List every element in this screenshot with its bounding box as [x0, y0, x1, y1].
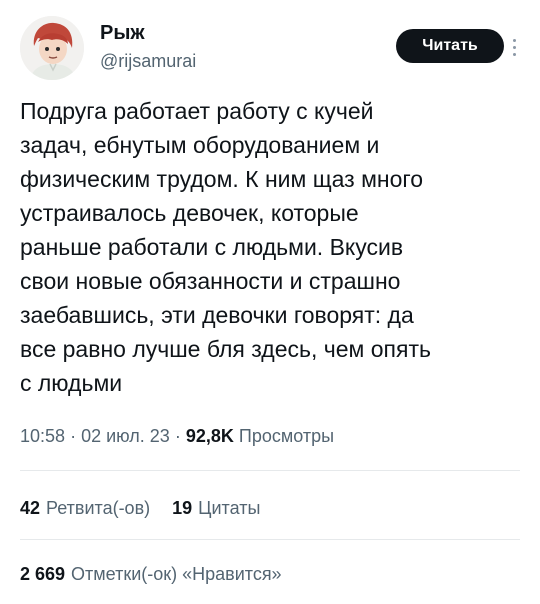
- share-stats-row: 42 Ретвита(-ов) 19 Цитаты: [20, 498, 260, 519]
- quotes-count: 19: [172, 498, 193, 518]
- more-vertical-icon: [512, 38, 516, 56]
- author-handle[interactable]: @rijsamurai: [100, 51, 196, 72]
- more-options-button[interactable]: [508, 30, 520, 64]
- likes-stat[interactable]: 2 669 Отметки(-ок) «Нравится»: [20, 564, 282, 584]
- avatar[interactable]: [20, 16, 84, 80]
- tweet-date[interactable]: 02 июл. 23: [81, 426, 170, 446]
- tweet-header: Рыж @rijsamurai Читать: [20, 14, 520, 82]
- divider: [20, 539, 520, 540]
- tweet-line: задач, ебнутым оборудованием и: [20, 132, 380, 158]
- tweet-text: Подруга работает работу с кучей задач, е…: [20, 94, 516, 400]
- tweet-time[interactable]: 10:58: [20, 426, 65, 446]
- retweets-label: Ретвита(-ов): [46, 498, 151, 518]
- quotes-label: Цитаты: [198, 498, 261, 518]
- tweet-line: с людьми: [20, 370, 123, 396]
- tweet-line: заебавшись, эти девочки говорят: да: [20, 302, 414, 328]
- likes-stats-row: 2 669 Отметки(-ок) «Нравится»: [20, 564, 282, 585]
- divider: [20, 470, 520, 471]
- retweets-count: 42: [20, 498, 41, 518]
- meta-separator: ·: [174, 426, 181, 446]
- views-count: 92,8K: [185, 426, 234, 446]
- tweet-line: раньше работали с людьми. Вкусив: [20, 234, 404, 260]
- likes-count: 2 669: [20, 564, 66, 584]
- views-label: Просмотры: [238, 426, 335, 446]
- tweet-line: Подруга работает работу с кучей: [20, 98, 374, 124]
- tweet-line: устраивалось девочек, которые: [20, 200, 359, 226]
- retweets-stat[interactable]: 42 Ретвита(-ов): [20, 498, 150, 518]
- tweet-line: физическим трудом. К ним щаз много: [20, 166, 424, 192]
- avatar-illustration-icon: [20, 16, 84, 80]
- tweet-meta: 10:58 · 02 июл. 23 · 92,8K Просмотры: [20, 426, 334, 447]
- follow-button[interactable]: Читать: [396, 29, 504, 63]
- author-name[interactable]: Рыж: [100, 22, 145, 45]
- tweet-line: свои новые обязанности и страшно: [20, 268, 401, 294]
- tweet-line: все равно лучше бля здесь, чем опять: [20, 336, 431, 362]
- quotes-stat[interactable]: 19 Цитаты: [172, 498, 260, 518]
- likes-label: Отметки(-ок) «Нравится»: [71, 564, 282, 584]
- meta-separator: ·: [70, 426, 77, 446]
